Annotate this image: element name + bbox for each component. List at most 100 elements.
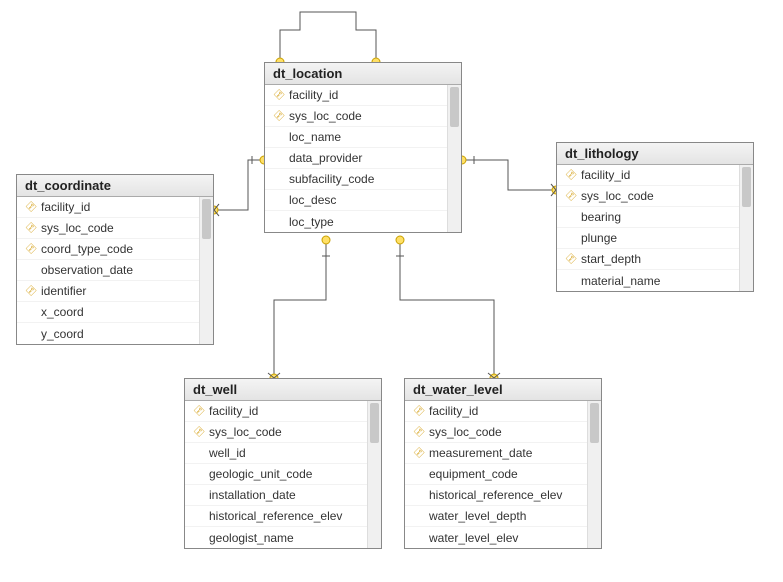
column-row[interactable]: observation_date [17,260,213,281]
column-row[interactable]: loc_name [265,127,461,148]
key-icon: ⚿ [23,284,37,298]
column-list: ⚿facility_id⚿sys_loc_code⚿coord_type_cod… [17,197,213,344]
column-name: x_coord [39,305,84,319]
entity-dt-well[interactable]: dt_well ⚿facility_id⚿sys_loc_codewell_id… [184,378,382,549]
column-name: facility_id [287,88,338,102]
column-row[interactable]: plunge [557,228,753,249]
primary-key-icon: ⚿ [269,90,287,101]
key-icon: ⚿ [411,404,425,418]
column-row[interactable]: ⚿identifier [17,281,213,302]
column-row[interactable]: geologic_unit_code [185,464,381,485]
column-row[interactable]: ⚿facility_id [557,165,753,186]
entity-title: dt_lithology [557,143,753,165]
column-row[interactable]: ⚿facility_id [17,197,213,218]
column-list: ⚿facility_id⚿sys_loc_codeloc_namedata_pr… [265,85,461,232]
column-row[interactable]: loc_desc [265,190,461,211]
column-row[interactable]: ⚿sys_loc_code [17,218,213,239]
column-row[interactable]: material_name [557,270,753,291]
key-icon: ⚿ [563,168,577,182]
column-row[interactable]: installation_date [185,485,381,506]
column-name: facility_id [579,168,630,182]
key-icon: ⚿ [271,109,285,123]
column-name: well_id [207,446,246,460]
key-icon: ⚿ [563,252,577,266]
entity-dt-water-level[interactable]: dt_water_level ⚿facility_id⚿sys_loc_code… [404,378,602,549]
column-name: sys_loc_code [39,221,114,235]
column-name: data_provider [287,151,362,165]
column-name: facility_id [207,404,258,418]
primary-key-icon: ⚿ [189,427,207,438]
scrollbar-thumb[interactable] [590,403,599,443]
key-icon: ⚿ [191,404,205,418]
column-row[interactable]: loc_type [265,211,461,232]
column-row[interactable]: historical_reference_elev [405,485,601,506]
column-name: loc_desc [287,193,336,207]
entity-body: ⚿facility_id⚿sys_loc_codebearingplunge⚿s… [557,165,753,291]
column-row[interactable]: historical_reference_elev [185,506,381,527]
primary-key-icon: ⚿ [21,244,39,255]
column-row[interactable]: data_provider [265,148,461,169]
column-name: sys_loc_code [427,425,502,439]
scrollbar-thumb[interactable] [450,87,459,127]
column-row[interactable]: well_id [185,443,381,464]
entity-body: ⚿facility_id⚿sys_loc_code⚿measurement_da… [405,401,601,548]
scrollbar[interactable] [447,85,461,232]
column-name: identifier [39,284,86,298]
column-row[interactable]: ⚿sys_loc_code [557,186,753,207]
column-name: loc_name [287,130,341,144]
entity-dt-coordinate[interactable]: dt_coordinate ⚿facility_id⚿sys_loc_code⚿… [16,174,214,345]
erd-canvas: dt_location ⚿facility_id⚿sys_loc_codeloc… [0,0,783,582]
scrollbar-thumb[interactable] [202,199,211,239]
column-row[interactable]: bearing [557,207,753,228]
primary-key-icon: ⚿ [21,202,39,213]
column-row[interactable]: ⚿measurement_date [405,443,601,464]
scrollbar-thumb[interactable] [370,403,379,443]
column-name: historical_reference_elev [427,488,562,502]
scrollbar[interactable] [587,401,601,548]
column-row[interactable]: water_level_depth [405,506,601,527]
primary-key-icon: ⚿ [561,170,579,181]
primary-key-icon: ⚿ [409,406,427,417]
column-name: facility_id [427,404,478,418]
column-name: subfacility_code [287,172,374,186]
column-row[interactable]: ⚿coord_type_code [17,239,213,260]
column-row[interactable]: ⚿start_depth [557,249,753,270]
key-icon: ⚿ [271,88,285,102]
column-name: plunge [579,231,617,245]
column-row[interactable]: y_coord [17,323,213,344]
column-name: historical_reference_elev [207,509,342,523]
column-name: geologist_name [207,531,294,545]
scrollbar-thumb[interactable] [742,167,751,207]
scrollbar[interactable] [199,197,213,344]
scrollbar[interactable] [739,165,753,291]
column-list: ⚿facility_id⚿sys_loc_codebearingplunge⚿s… [557,165,753,291]
column-name: sys_loc_code [579,189,654,203]
column-row[interactable]: equipment_code [405,464,601,485]
column-row[interactable]: ⚿facility_id [265,85,461,106]
column-name: water_level_depth [427,509,526,523]
column-row[interactable]: x_coord [17,302,213,323]
key-icon: ⚿ [411,425,425,439]
entity-title: dt_well [185,379,381,401]
key-icon: ⚿ [23,221,37,235]
column-row[interactable]: geologist_name [185,527,381,548]
entity-dt-lithology[interactable]: dt_lithology ⚿facility_id⚿sys_loc_codebe… [556,142,754,292]
primary-key-icon: ⚿ [21,286,39,297]
column-row[interactable]: ⚿sys_loc_code [185,422,381,443]
entity-body: ⚿facility_id⚿sys_loc_codeloc_namedata_pr… [265,85,461,232]
column-name: observation_date [39,263,133,277]
column-row[interactable]: subfacility_code [265,169,461,190]
scrollbar[interactable] [367,401,381,548]
column-name: coord_type_code [39,242,133,256]
entity-title: dt_location [265,63,461,85]
column-row[interactable]: ⚿sys_loc_code [265,106,461,127]
column-row[interactable]: ⚿facility_id [185,401,381,422]
column-row[interactable]: ⚿sys_loc_code [405,422,601,443]
entity-dt-location[interactable]: dt_location ⚿facility_id⚿sys_loc_codeloc… [264,62,462,233]
column-row[interactable]: water_level_elev [405,527,601,548]
column-row[interactable]: ⚿facility_id [405,401,601,422]
column-name: material_name [579,274,660,288]
entity-title: dt_water_level [405,379,601,401]
entity-title: dt_coordinate [17,175,213,197]
entity-body: ⚿facility_id⚿sys_loc_code⚿coord_type_cod… [17,197,213,344]
